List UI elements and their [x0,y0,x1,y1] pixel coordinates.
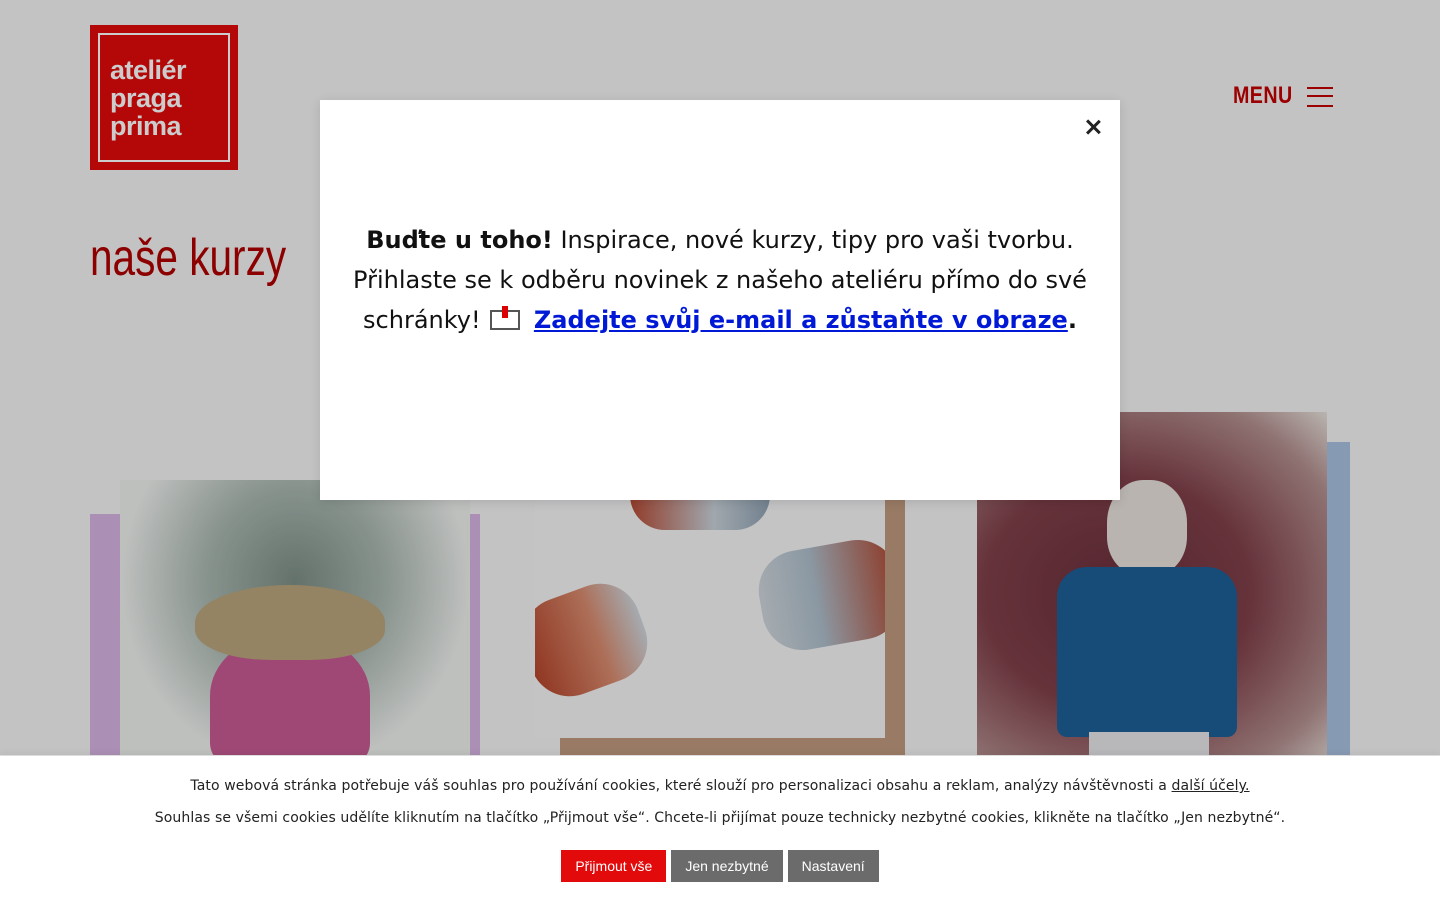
cookie-text-line-2: Souhlas se všemi cookies udělíte kliknut… [154,810,1286,826]
necessary-only-button[interactable]: Jen nezbytné [671,850,783,882]
newsletter-signup-link[interactable]: Zadejte svůj e-mail a zůstaňte v obraze [534,306,1068,334]
cookie-text-1: Tato webová stránka potřebuje váš souhla… [190,778,1172,794]
modal-bold-text: Buďte u toho! [366,226,553,254]
cookie-text-line-1: Tato webová stránka potřebuje váš souhla… [0,778,1440,794]
cookie-buttons: Přijmout vše Jen nezbytné Nastavení [0,850,1440,882]
close-icon[interactable] [1082,116,1104,138]
envelope-icon [490,306,521,330]
accept-all-button[interactable]: Přijmout vše [561,850,667,882]
modal-message: Buďte u toho! Inspirace, nové kurzy, tip… [330,220,1110,340]
cookie-consent-bar: Tato webová stránka potřebuje váš souhla… [0,755,1440,901]
cookie-settings-button[interactable]: Nastavení [787,850,879,882]
cookie-more-purposes-link[interactable]: další účely. [1172,778,1250,794]
newsletter-modal: Buďte u toho! Inspirace, nové kurzy, tip… [320,100,1120,500]
modal-trailing-period: . [1067,306,1077,334]
